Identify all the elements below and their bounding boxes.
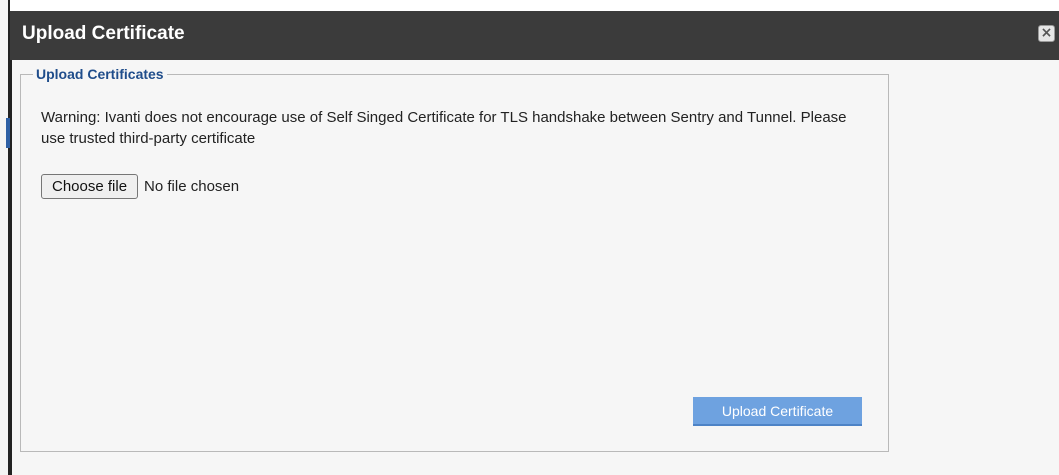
fieldset-legend: Upload Certificates	[33, 66, 167, 82]
file-status-text: No file chosen	[144, 178, 240, 195]
background-page-edge	[0, 0, 10, 475]
dialog-titlebar: Upload Certificate ×	[10, 11, 1059, 60]
close-icon[interactable]: ×	[1038, 25, 1055, 42]
warning-message: Warning: Ivanti does not encourage use o…	[41, 109, 847, 147]
file-input: Choose file No file chosen	[41, 174, 239, 199]
choose-file-button[interactable]: Choose file	[41, 174, 139, 199]
upload-certificate-button[interactable]: Upload Certificate	[693, 397, 862, 426]
dialog-title: Upload Certificate	[22, 23, 185, 44]
